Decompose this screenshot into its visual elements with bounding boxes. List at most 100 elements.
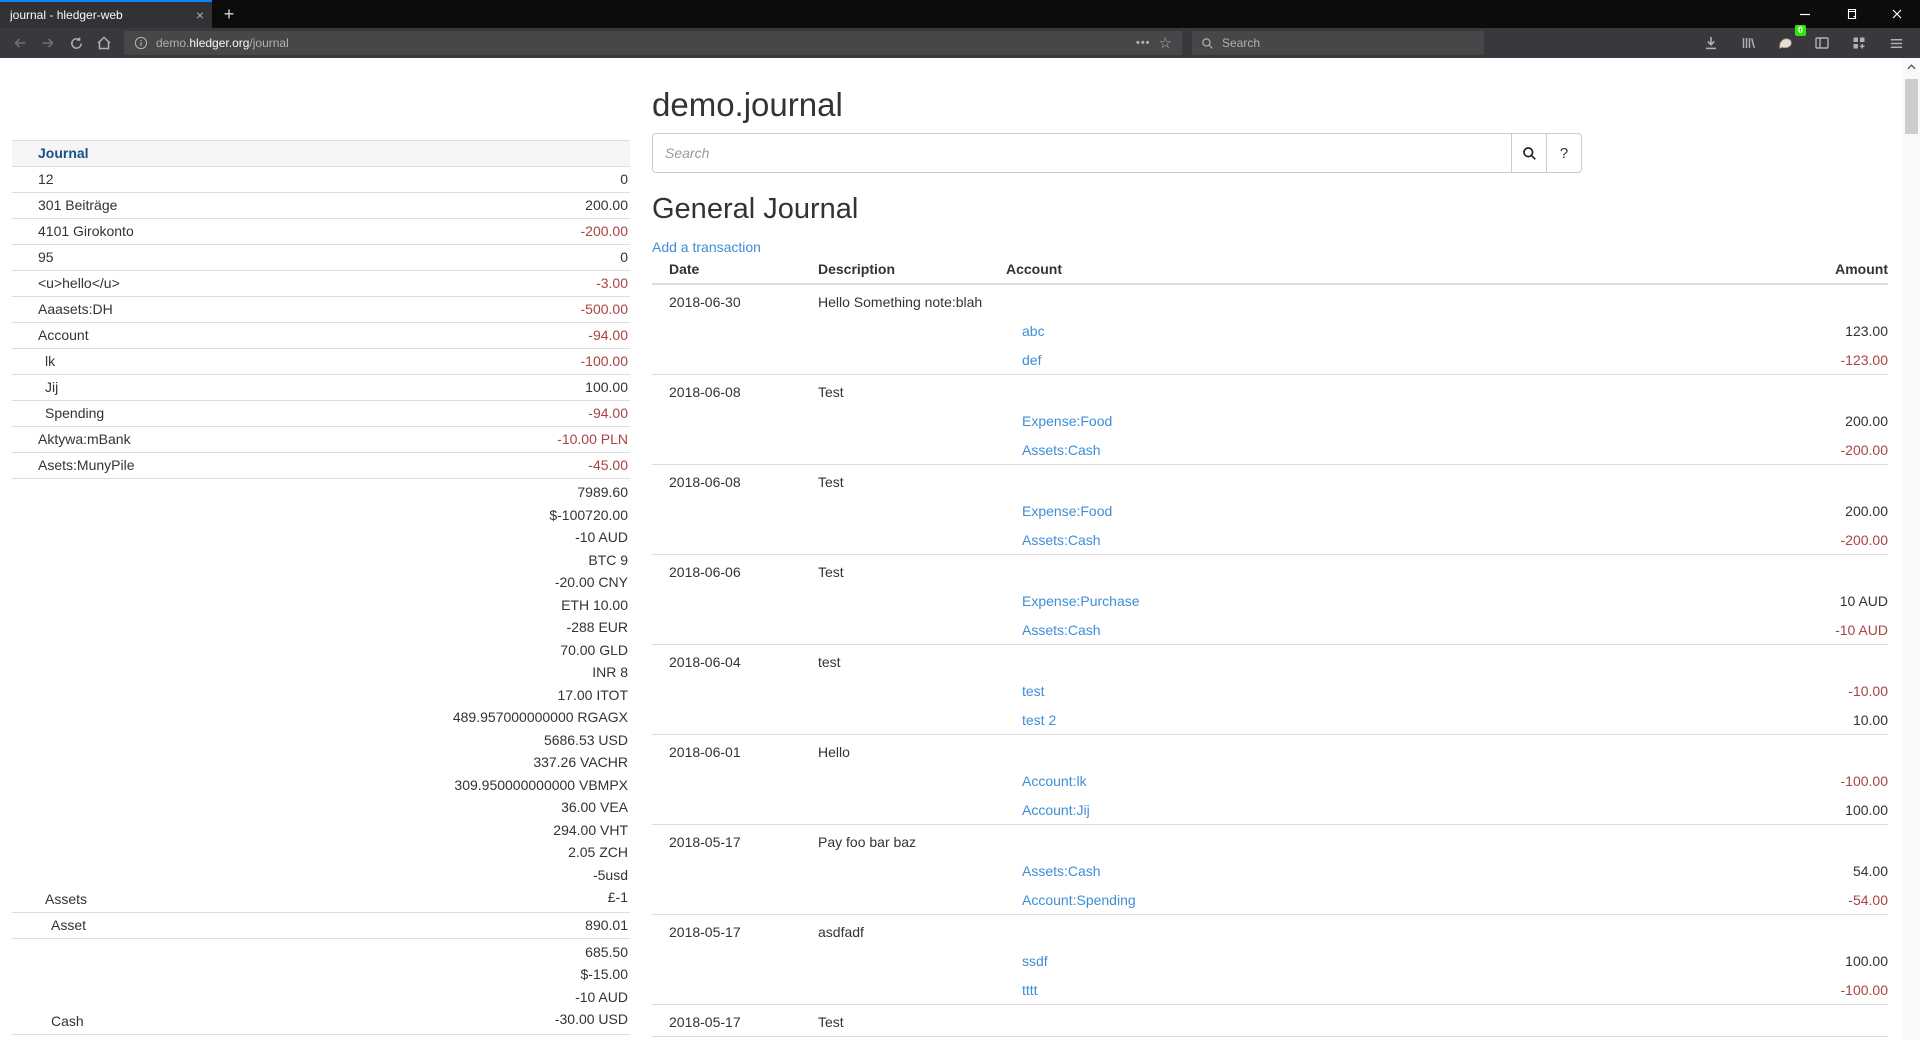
posting-account-link[interactable]: def [1022, 350, 1041, 370]
browser-search-bar[interactable]: Search [1192, 31, 1484, 55]
journal-link[interactable]: Journal [12, 143, 89, 163]
scrollbar-up-button[interactable] [1903, 58, 1920, 75]
account-name-link[interactable]: Jij [12, 377, 58, 397]
posting-account-link[interactable]: Expense:Purchase [1022, 591, 1140, 611]
page-scrollbar[interactable] [1903, 58, 1920, 1040]
transaction-row[interactable]: 2018-05-17asdfadfssdf100.00tttt-100.00 [652, 915, 1888, 1005]
menu-button[interactable] [1882, 30, 1910, 56]
posting-account-link[interactable]: ssdf [1022, 951, 1048, 971]
transaction-row[interactable]: 2018-06-08TestExpense:Food200.00Assets:C… [652, 465, 1888, 555]
url-text[interactable]: demo.hledger.org/journal [156, 36, 1128, 50]
posting-account-link[interactable]: Account:lk [1022, 771, 1087, 791]
sidebar-account-row[interactable]: Jij100.00 [12, 374, 630, 400]
url-bar[interactable]: demo.hledger.org/journal ••• ☆ [124, 31, 1182, 55]
account-name-link[interactable]: lk [12, 351, 55, 371]
sidebar-account-row[interactable]: Account-94.00 [12, 322, 630, 348]
account-name-link[interactable]: Asset [12, 915, 86, 935]
journal-search-input[interactable] [652, 133, 1512, 173]
back-button[interactable] [6, 30, 34, 56]
account-name-link[interactable]: Aaasets:DH [12, 299, 113, 319]
sidebar-account-row[interactable]: <u>hello</u>-3.00 [12, 270, 630, 296]
account-name-link[interactable]: Cash [12, 1011, 84, 1031]
transaction-row[interactable]: 2018-06-06TestExpense:Purchase10 AUDAsse… [652, 555, 1888, 645]
account-name-link[interactable]: Asets:MunyPile [12, 455, 134, 475]
posting-account-link[interactable]: tttt [1022, 980, 1038, 1000]
balance-amount: -10 AUD [453, 526, 628, 549]
transaction-row[interactable]: 2018-06-08TestExpense:Food200.00Assets:C… [652, 375, 1888, 465]
posting-account-link[interactable]: Assets:Cash [1022, 530, 1101, 550]
sidebar-account-row[interactable]: 12 0 [12, 166, 630, 192]
library-button[interactable] [1734, 30, 1762, 56]
account-name-link[interactable]: Assets [12, 889, 87, 909]
sidebar-account-row[interactable]: Asets:MunyPile-45.00 [12, 452, 630, 478]
posting-account-link[interactable]: Expense:Food [1022, 411, 1112, 431]
bookmark-star-icon[interactable]: ☆ [1159, 34, 1172, 52]
reload-icon [69, 36, 84, 51]
sidebar-account-row[interactable]: 950 [12, 244, 630, 270]
transaction-row[interactable]: 2018-06-01HelloAccount:lk-100.00Account:… [652, 735, 1888, 825]
transaction-row[interactable]: 2018-05-17Test [652, 1005, 1888, 1037]
account-balance: 0 [620, 169, 628, 189]
close-window-button[interactable] [1874, 0, 1920, 28]
account-name-link[interactable]: Aktywa:mBank [12, 429, 131, 449]
sidebar-account-row[interactable]: lk-100.00 [12, 348, 630, 374]
transaction-row[interactable]: 2018-06-04testtest-10.00test 210.00 [652, 645, 1888, 735]
posting-account-link[interactable]: test [1022, 681, 1045, 701]
posting-account-link[interactable]: Account:Jij [1022, 800, 1090, 820]
posting-account-link[interactable]: Assets:Cash [1022, 861, 1101, 881]
sidebar-account-row[interactable]: 301 Beiträge200.00 [12, 192, 630, 218]
posting-account-link[interactable]: Assets:Cash [1022, 440, 1101, 460]
search-help-button[interactable]: ? [1546, 133, 1582, 173]
privacy-extension-button[interactable]: 0 [1771, 30, 1799, 56]
posting-account-link[interactable]: abc [1022, 321, 1045, 341]
journal-search-button[interactable] [1511, 133, 1547, 173]
site-info-icon[interactable] [134, 36, 148, 50]
accounts-sidebar: Journal 120301 Beiträge200.004101 Giroko… [12, 140, 630, 1040]
account-name-link[interactable]: 301 Beiträge [12, 195, 117, 215]
posting-row: Account:lk-100.00 [652, 771, 1888, 791]
sidebar-account-row[interactable]: Assets7989.60$-100720.00-10 AUDBTC 9-20.… [12, 478, 630, 912]
sidebar-account-row[interactable]: Aktywa:mBank-10.00 PLN [12, 426, 630, 452]
apps-grid-button[interactable] [1845, 30, 1873, 56]
posting-row: Assets:Cash-10 AUD [652, 620, 1888, 640]
url-prefix: demo. [156, 36, 189, 50]
transaction-description: test [818, 652, 1006, 672]
page-actions-icon[interactable]: ••• [1136, 37, 1151, 49]
account-name-link[interactable]: 4101 Girokonto [12, 221, 134, 241]
account-name-link[interactable]: <u>hello</u> [12, 273, 120, 293]
browser-tab[interactable]: journal - hledger-web × [0, 0, 212, 28]
new-tab-button[interactable]: + [212, 0, 246, 28]
transaction-row[interactable]: 2018-05-17Pay foo bar bazAssets:Cash54.0… [652, 825, 1888, 915]
restore-button[interactable] [1828, 0, 1874, 28]
header-description: Description [818, 261, 1006, 277]
posting-account-link[interactable]: test 2 [1022, 710, 1056, 730]
reload-button[interactable] [62, 30, 90, 56]
transaction-row[interactable]: 2018-06-30Hello Something note:blahabc12… [652, 285, 1888, 375]
posting-account-link[interactable]: Assets:Cash [1022, 620, 1101, 640]
account-name-link[interactable]: 95 [12, 247, 54, 267]
posting-account-link[interactable]: Expense:Food [1022, 501, 1112, 521]
balance-amount: 70.00 GLD [453, 639, 628, 662]
sidebar-account-row[interactable]: Asset890.01 [12, 912, 630, 938]
add-transaction-link[interactable]: Add a transaction [652, 239, 761, 255]
sidebar-journal-row[interactable]: Journal [12, 140, 630, 166]
sidebar-account-row[interactable]: Aaasets:DH-500.00 [12, 296, 630, 322]
apps-grid-icon [1851, 35, 1867, 51]
posting-amount: -54.00 [1848, 890, 1888, 910]
extension-badge: 0 [1795, 25, 1806, 36]
home-button[interactable] [90, 30, 118, 56]
account-name-link[interactable]: Spending [12, 403, 104, 423]
downloads-button[interactable] [1697, 30, 1725, 56]
account-name-link[interactable]: 12 [12, 169, 54, 189]
sidebar-account-row[interactable]: -117.00 [12, 1034, 630, 1040]
scrollbar-thumb[interactable] [1905, 79, 1918, 134]
posting-account-link[interactable]: Account:Spending [1022, 890, 1136, 910]
minimize-button[interactable] [1782, 0, 1828, 28]
sidebars-button[interactable] [1808, 30, 1836, 56]
forward-button[interactable] [34, 30, 62, 56]
sidebar-account-row[interactable]: Cash685.50$-15.00-10 AUD-30.00 USD [12, 938, 630, 1034]
tab-close-icon[interactable]: × [196, 8, 204, 22]
sidebar-account-row[interactable]: 4101 Girokonto-200.00 [12, 218, 630, 244]
account-name-link[interactable]: Account [12, 325, 89, 345]
sidebar-account-row[interactable]: Spending-94.00 [12, 400, 630, 426]
